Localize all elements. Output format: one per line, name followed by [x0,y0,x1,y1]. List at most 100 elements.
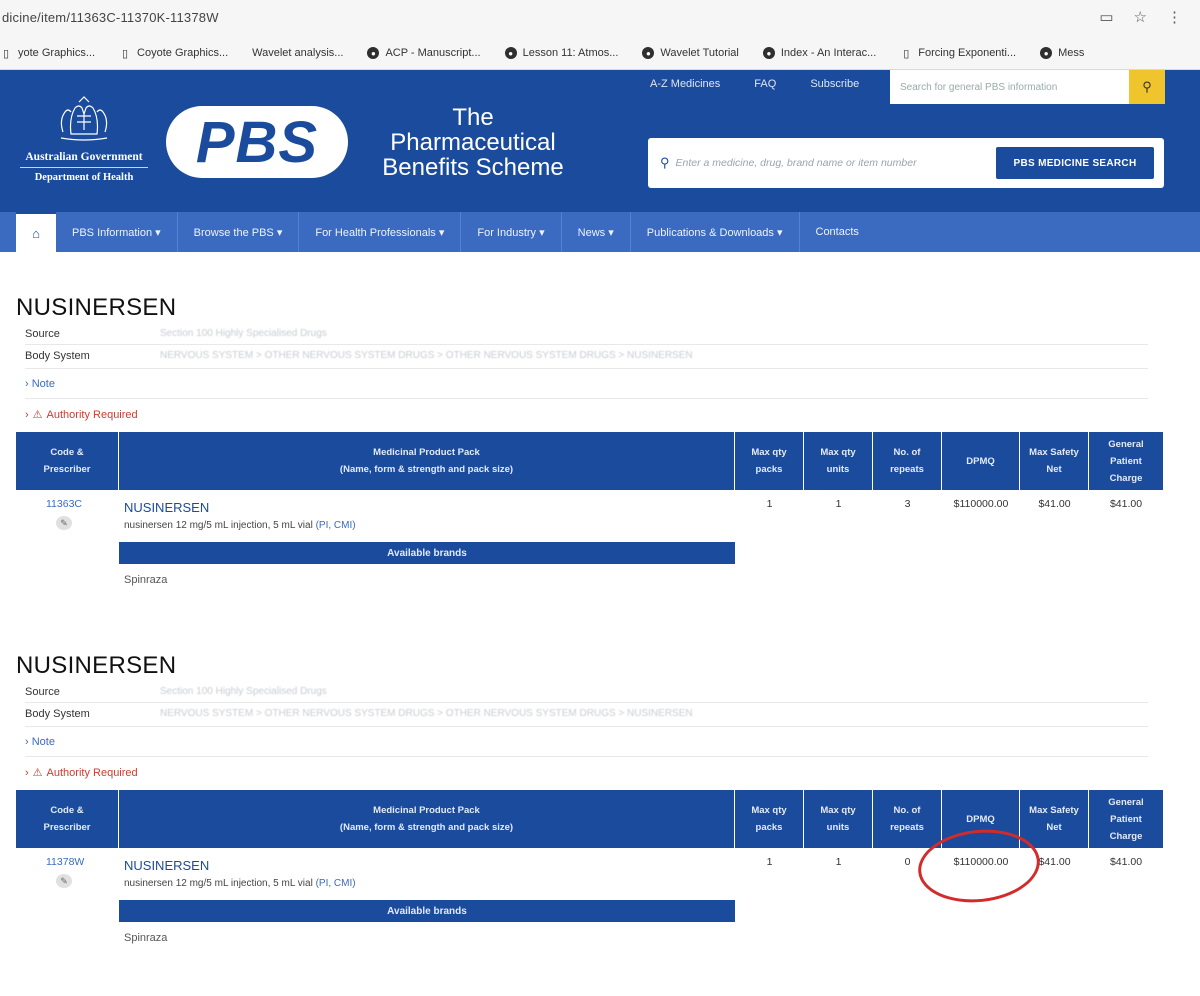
nav-contacts[interactable]: Contacts [800,212,875,252]
col-dpmq: DPMQ [942,432,1020,490]
nav-news[interactable]: News ▾ [562,212,631,252]
body-system-value: NERVOUS SYSTEM > OTHER NERVOUS SYSTEM DR… [160,708,693,719]
search-icon: ⚲ [1142,79,1152,94]
general-search: Search for general PBS information ⚲ [890,70,1165,104]
home-button[interactable]: ⌂ [16,212,56,252]
more-menu-icon[interactable]: ⋮ [1167,8,1182,26]
divider [25,726,1148,727]
drug-name-link[interactable]: NUSINERSEN [124,858,209,873]
australian-government-logo[interactable]: Australian Government Department of Heal… [14,94,154,190]
max-units-value: 1 [835,498,842,510]
authority-label: Authority Required [46,766,138,779]
pi-cmi-links[interactable]: (PI, CMI) [316,520,356,531]
col-general-charge: General Patient Charge [1108,438,1144,484]
authority-required-toggle[interactable]: › ⚠ Authority Required [25,408,138,422]
pi-cmi-links[interactable]: (PI, CMI) [316,878,356,889]
col-safety-net: Max Safety Net [1020,432,1089,490]
brand-name: Spinraza [124,574,168,586]
item-code-link[interactable]: 11363C [46,498,82,510]
divider [25,756,1148,757]
medicine-search-input[interactable]: Enter a medicine, drug, brand name or it… [676,157,996,169]
chevron-right-icon: › [25,766,29,779]
max-packs-value: 1 [766,498,773,510]
drug-form-strength: nusinersen 12 mg/5 mL injection, 5 mL vi… [124,520,313,531]
prescriber-icon: ✎ [56,516,72,530]
col-safety-net: Max Safety Net [1020,790,1089,848]
page-icon: ▯ [2,47,10,60]
brand-name: Spinraza [124,932,168,944]
page-icon: ▯ [122,47,129,60]
note-toggle[interactable]: › Note [25,378,55,390]
scheme-title-text: The Pharmaceutical Benefits Scheme [382,104,564,181]
authority-label: Authority Required [46,408,138,421]
page-icon: ▯ [903,47,910,60]
general-search-button[interactable]: ⚲ [1129,70,1165,104]
authority-required-toggle[interactable]: › ⚠ Authority Required [25,766,138,780]
col-max-packs: Max qty packs [735,432,804,490]
subscribe-link[interactable]: Subscribe [810,78,859,90]
source-value: Section 100 Highly Specialised Drugs [160,328,327,339]
col-code-prescriber: Code & Prescriber [16,790,119,848]
divider [25,344,1148,345]
warning-icon: ⚠ [32,409,43,421]
col-general-charge: General Patient Charge [1108,796,1144,842]
url-text[interactable]: dicine/item/11363C-11370K-11378W [2,10,219,25]
available-brands-button[interactable]: Available brands [119,542,735,564]
faq-link[interactable]: FAQ [754,78,776,90]
az-medicines-link[interactable]: A-Z Medicines [650,78,720,90]
address-bar-icons: ▭ ☆ ⋮ [1099,8,1182,26]
body-system-label: Body System [25,708,90,720]
divider [20,167,148,168]
source-label: Source [25,328,60,340]
cast-icon[interactable]: ▭ [1099,8,1113,26]
item-code-link[interactable]: 11378W [46,856,84,868]
drug-form-strength: nusinersen 12 mg/5 mL injection, 5 mL vi… [124,878,313,889]
pbs-logo[interactable]: PBS [166,106,348,178]
home-icon: ⌂ [32,225,40,241]
bookmark-item[interactable]: ▯ Coyote Graphics... [119,47,228,60]
scheme-title: The Pharmaceutical Benefits Scheme [362,105,584,180]
site-header: A-Z Medicines FAQ Subscribe Search for g… [0,70,1200,212]
max-packs-value: 1 [766,856,773,868]
medicine-title: NUSINERSEN [16,652,177,679]
divider [25,398,1148,399]
bookmark-item[interactable]: Wavelet analysis... [252,47,343,59]
bookmark-item[interactable]: ● Mess [1040,47,1084,59]
bookmark-item[interactable]: ● ACP - Manuscript... [367,47,481,59]
bookmark-item[interactable]: ▯ yote Graphics... [0,47,95,60]
col-product-pack: Medicinal Product Pack (Name, form & str… [119,432,735,490]
general-charge-value: $41.00 [1109,498,1143,510]
utility-links: A-Z Medicines FAQ Subscribe [650,78,859,90]
nav-pbs-information[interactable]: PBS Information ▾ [56,212,178,252]
medicine-search-button[interactable]: PBS MEDICINE SEARCH [996,147,1154,179]
globe-icon: ● [762,47,775,59]
bookmark-item[interactable]: ● Index - An Interac... [762,47,876,59]
source-value: Section 100 Highly Specialised Drugs [160,686,327,697]
bookmark-item[interactable]: ● Wavelet Tutorial [642,47,739,59]
repeats-value: 3 [904,498,911,510]
department-name: Department of Health [34,172,134,183]
globe-icon: ● [1040,47,1053,59]
divider [25,368,1148,369]
col-product-pack: Medicinal Product Pack (Name, form & str… [119,790,735,848]
col-max-units: Max qty units [804,432,873,490]
available-brands-button[interactable]: Available brands [119,900,735,922]
nav-publications[interactable]: Publications & Downloads ▾ [631,212,800,252]
bookmark-star-icon[interactable]: ☆ [1134,8,1147,26]
bookmark-item[interactable]: ● Lesson 11: Atmos... [504,47,618,59]
bookmark-item[interactable]: ▯ Forcing Exponenti... [900,47,1016,60]
dpmq-value: $110000.00 [953,498,1009,510]
general-charge-value: $41.00 [1109,856,1143,868]
safety-net-value: $41.00 [1038,498,1071,510]
nav-for-industry[interactable]: For Industry ▾ [461,212,562,252]
nav-browse-the-pbs[interactable]: Browse the PBS ▾ [178,212,300,252]
address-bar[interactable]: dicine/item/11363C-11370K-11378W ▭ ☆ ⋮ [0,0,1200,38]
drug-name-link[interactable]: NUSINERSEN [124,500,209,515]
main-nav: ⌂ PBS Information ▾ Browse the PBS ▾ For… [0,212,1200,252]
nav-health-professionals[interactable]: For Health Professionals ▾ [299,212,462,252]
drug-description: nusinersen 12 mg/5 mL injection, 5 mL vi… [124,520,356,531]
drug-description: nusinersen 12 mg/5 mL injection, 5 mL vi… [124,878,356,889]
col-repeats: No. of repeats [873,432,942,490]
note-toggle[interactable]: › Note [25,736,55,748]
general-search-input[interactable]: Search for general PBS information [890,70,1129,104]
